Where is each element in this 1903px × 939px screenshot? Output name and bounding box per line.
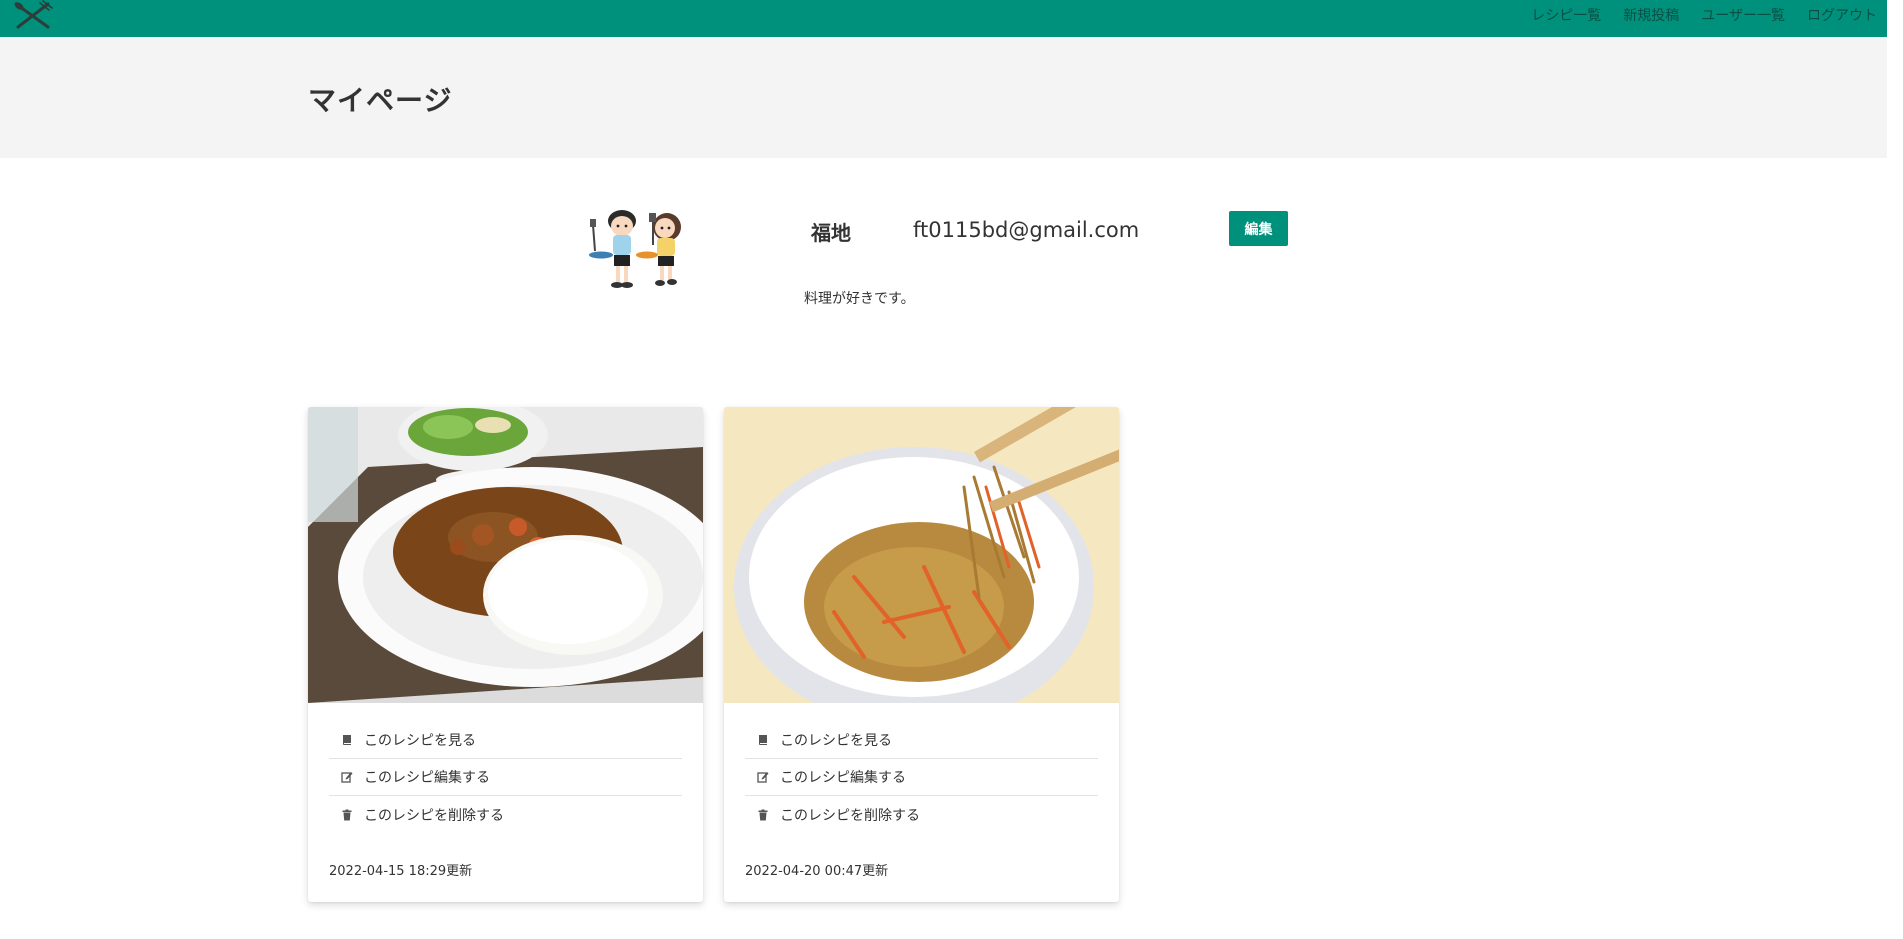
fork-knife-logo-icon[interactable] <box>10 0 56 30</box>
trash-icon <box>758 809 768 820</box>
edit-recipe-label: このレシピ編集する <box>364 770 490 786</box>
view-recipe-label: このレシピを見る <box>780 733 892 749</box>
recipe-image-kinpira[interactable] <box>724 407 1119 703</box>
avatar <box>589 210 681 288</box>
page-header: マイページ <box>0 37 1887 158</box>
view-recipe-label: このレシピを見る <box>364 733 476 749</box>
view-recipe-link[interactable]: このレシピを見る <box>745 722 1098 759</box>
book-icon <box>343 735 351 745</box>
user-bio: 料理が好きです。 <box>804 291 915 307</box>
edit-icon <box>757 772 769 783</box>
nav-recipe-list[interactable]: レシピ一覧 <box>1531 5 1601 25</box>
page-title: マイページ <box>308 84 453 117</box>
edit-recipe-link[interactable]: このレシピ編集する <box>329 759 682 796</box>
updated-timestamp: 2022-04-15 18:29更新 <box>329 864 473 879</box>
recipe-card: このレシピを見る このレシピ編集する このレシピを削除する 2022-04-15… <box>308 407 703 902</box>
delete-recipe-link[interactable]: このレシピを削除する <box>329 796 682 833</box>
recipe-card: このレシピを見る このレシピ編集する このレシピを削除する 2022-04-20… <box>724 407 1119 902</box>
updated-timestamp: 2022-04-20 00:47更新 <box>745 864 889 879</box>
delete-recipe-link[interactable]: このレシピを削除する <box>745 796 1098 833</box>
book-icon <box>759 735 767 745</box>
nav-new-post[interactable]: 新規投稿 <box>1623 5 1679 25</box>
view-recipe-link[interactable]: このレシピを見る <box>329 722 682 759</box>
delete-recipe-label: このレシピを削除する <box>364 807 504 824</box>
edit-recipe-link[interactable]: このレシピ編集する <box>745 759 1098 796</box>
trash-icon <box>342 809 352 820</box>
recipe-actions: このレシピを見る このレシピ編集する このレシピを削除する <box>745 722 1098 833</box>
nav-user-list[interactable]: ユーザー一覧 <box>1701 5 1785 25</box>
edit-recipe-label: このレシピ編集する <box>780 770 906 786</box>
girl-illustration <box>636 213 681 286</box>
edit-profile-button[interactable]: 編集 <box>1229 211 1288 246</box>
recipe-actions: このレシピを見る このレシピ編集する このレシピを削除する <box>329 722 682 833</box>
main-nav: レシピ一覧 新規投稿 ユーザー一覧 ログアウト <box>1531 5 1877 25</box>
delete-recipe-label: このレシピを削除する <box>780 807 920 824</box>
nav-logout[interactable]: ログアウト <box>1807 5 1877 25</box>
user-email: ft0115bd@gmail.com <box>913 218 1140 242</box>
recipe-image-curry[interactable] <box>308 407 703 703</box>
edit-icon <box>341 772 353 783</box>
user-name: 福地 <box>811 221 851 245</box>
boy-illustration <box>589 210 636 288</box>
top-navbar: レシピ一覧 新規投稿 ユーザー一覧 ログアウト <box>0 0 1887 37</box>
